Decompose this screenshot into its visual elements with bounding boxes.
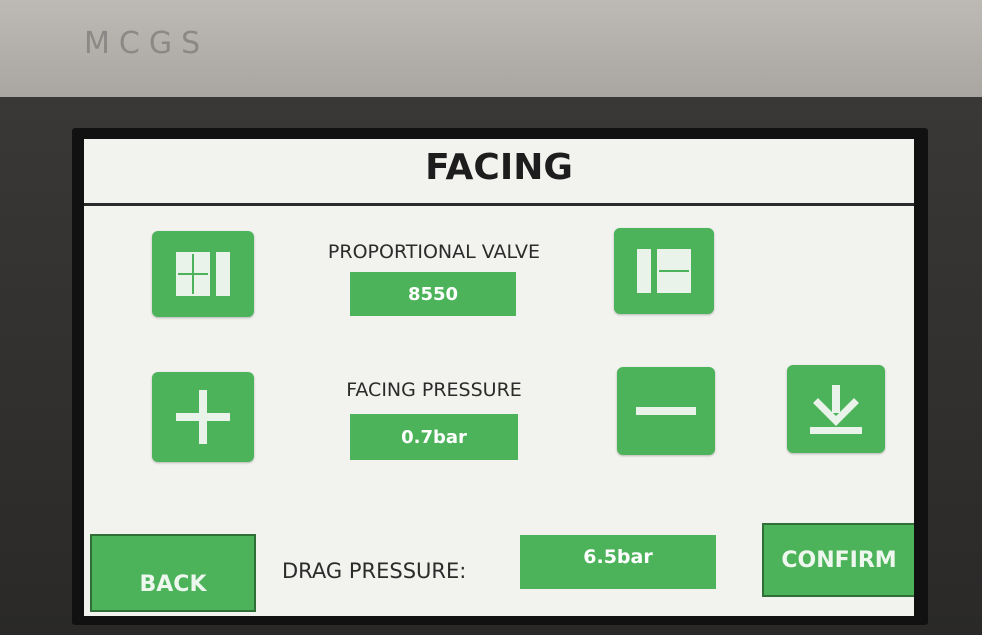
panel-left-icon: [176, 252, 230, 296]
page-title: FACING: [425, 147, 573, 188]
touch-screen: FACING PROPORTIONAL VALVE 8550 FACING PR…: [84, 139, 914, 616]
title-divider: [84, 203, 914, 206]
download-icon: [810, 385, 862, 434]
decrease-pressure-button[interactable]: [617, 367, 715, 455]
facing-pressure-value[interactable]: 0.7bar: [350, 414, 518, 460]
valve-right-button[interactable]: [614, 228, 714, 314]
drag-pressure-value[interactable]: 6.5bar: [520, 535, 716, 589]
drag-pressure-label: DRAG PRESSURE:: [282, 559, 467, 583]
facing-pressure-label: FACING PRESSURE: [346, 379, 522, 401]
back-button[interactable]: BACK: [90, 534, 256, 612]
minus-icon: [636, 407, 696, 415]
hmi-bezel-top: MCGS: [0, 0, 982, 97]
valve-left-button[interactable]: [152, 231, 254, 317]
plus-icon: [176, 390, 230, 444]
brand-logo: MCGS: [84, 26, 210, 61]
increase-pressure-button[interactable]: [152, 372, 254, 462]
proportional-valve-label: PROPORTIONAL VALVE: [327, 241, 541, 263]
download-button[interactable]: [787, 365, 885, 453]
confirm-button[interactable]: CONFIRM: [762, 523, 914, 597]
panel-right-icon: [637, 249, 691, 293]
proportional-valve-value[interactable]: 8550: [350, 272, 516, 316]
